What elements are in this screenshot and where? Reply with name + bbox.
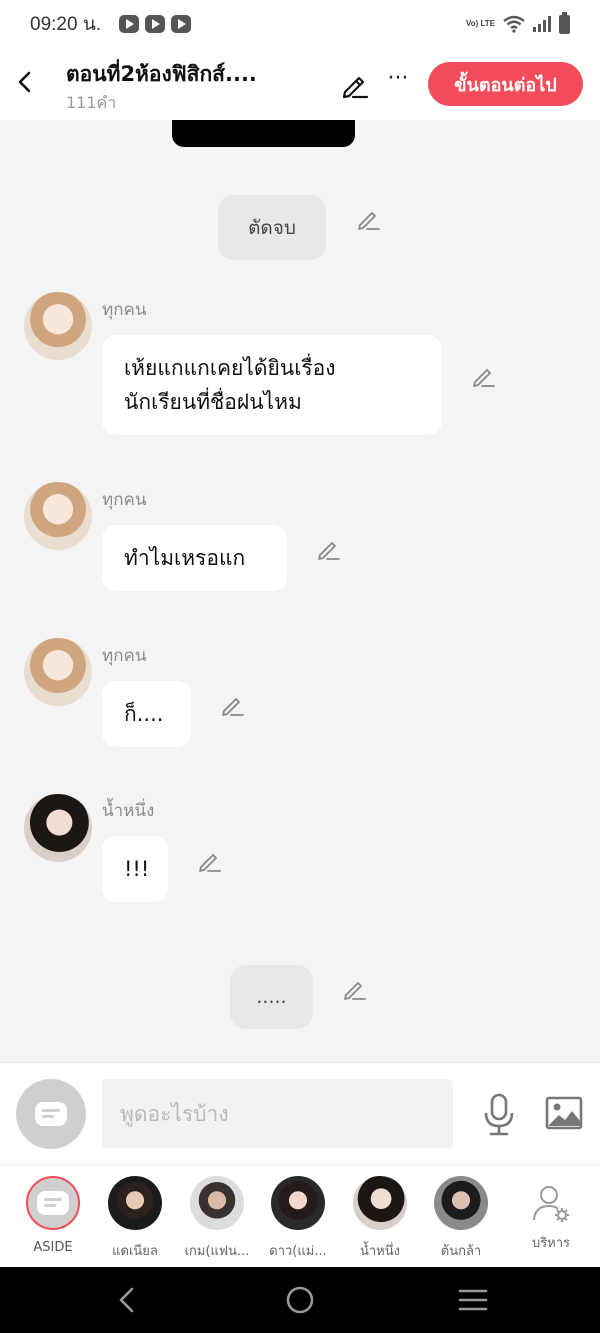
character-avatar[interactable] [24,794,92,862]
chat-bubble-icon [35,1102,67,1126]
composer-bar [0,1062,600,1164]
message-bubble[interactable]: เห้ยแกแกเคยได้ยินเรื่อง นักเรียนที่ชื่อฝ… [102,335,442,435]
back-arrow-icon [18,71,31,93]
character-avatar [190,1176,244,1230]
character-name: ต้นกล้า [440,1244,482,1259]
aside-toggle-button[interactable] [16,1079,86,1149]
edit-title-button[interactable] [340,70,370,100]
character-avatar[interactable] [24,482,92,550]
pencil-icon [222,698,244,716]
nav-back-icon[interactable] [110,1283,144,1317]
status-time: 09:20 น. [30,14,102,35]
word-count: 111คำ [66,93,117,112]
microphone-icon [484,1093,514,1136]
character-avatar[interactable] [24,638,92,706]
character-item[interactable]: น้ำหนึ่ง [340,1176,420,1261]
speaker-name: ทุกคน [102,300,147,320]
system-nav-bar [0,1267,600,1333]
chat-bubble-icon [37,1191,69,1215]
pencil-icon [473,369,495,387]
pencil-icon [344,982,366,1000]
message-image[interactable] [172,120,355,147]
nav-recents-icon[interactable] [456,1283,490,1317]
edit-message-button[interactable] [220,692,246,718]
status-bar: 09:20 น. Vo) LTE [0,0,600,48]
back-button[interactable] [10,64,40,100]
next-step-button[interactable]: ขั้นตอนต่อไป [428,62,583,106]
character-name: ดาว(แม่... [269,1244,327,1259]
battery-icon [559,11,570,34]
character-item[interactable]: ดาว(แม่... [258,1176,338,1261]
speaker-name: ทุกคน [102,490,147,510]
edit-message-button[interactable] [197,848,223,874]
image-icon [545,1096,583,1130]
message-bubble[interactable]: ทำไมเหรอแก [102,525,287,591]
user-settings-icon [533,1186,569,1222]
character-item[interactable]: เกม(แฟน... [177,1176,257,1261]
episode-title[interactable]: ตอนที่2ห้องฟิสิกส์.... [66,58,257,91]
more-options-button[interactable]: ··· [383,68,413,98]
youtube-icon [171,15,192,33]
aside-avatar [26,1176,80,1230]
nav-home-icon[interactable] [283,1283,317,1317]
edit-message-button[interactable] [471,363,497,389]
character-item[interactable]: ต้นกล้า [421,1176,501,1261]
speaker-name: ทุกคน [102,646,147,666]
chat-area[interactable]: ตัดจบ ทุกคน เห้ยแกแกเคยได้ยินเรื่อง นักเ… [0,120,600,1062]
character-avatar [353,1176,407,1230]
pencil-icon [342,76,369,99]
wifi-icon [503,15,525,33]
message-bubble[interactable]: !!! [102,836,168,902]
edit-message-button[interactable] [356,206,382,232]
edit-message-button[interactable] [316,536,342,562]
speaker-name: น้ำหนึ่ง [102,801,155,821]
character-name: เกม(แฟน... [184,1244,250,1259]
pencil-icon [318,542,340,560]
narration-bubble[interactable]: ตัดจบ [218,195,326,260]
youtube-icon [145,15,166,33]
microphone-button[interactable] [480,1093,518,1137]
story-header: ตอนที่2ห้องฟิสิกส์.... 111คำ ··· ขั้นตอน… [0,48,600,120]
manage-characters-button[interactable]: บริหาร [511,1176,591,1253]
volte-icon: Vo) LTE [465,19,495,28]
youtube-icon [119,15,140,33]
character-name: แดเนียล [112,1244,158,1259]
signal-icon [533,16,551,32]
insert-image-button[interactable] [545,1095,583,1131]
character-avatar [271,1176,325,1230]
message-bubble[interactable]: ก็.... [102,681,191,747]
pencil-icon [199,854,221,872]
status-indicators: Vo) LTE [465,11,570,34]
character-selector: ASIDE แดเนียล เกม(แฟน... ดาว(แม่... น้ำห… [0,1164,600,1267]
notification-icons [119,15,192,33]
edit-message-button[interactable] [342,976,368,1002]
pencil-icon [358,212,380,230]
character-item[interactable]: แดเนียล [95,1176,175,1261]
character-avatar [434,1176,488,1230]
character-avatar [108,1176,162,1230]
message-input[interactable] [102,1079,453,1148]
character-avatar[interactable] [24,292,92,360]
narration-bubble[interactable]: ..... [230,965,313,1029]
character-name: ASIDE [33,1240,73,1255]
character-name: น้ำหนึ่ง [360,1244,400,1259]
character-name: บริหาร [531,1236,571,1251]
character-aside[interactable]: ASIDE [13,1176,93,1255]
